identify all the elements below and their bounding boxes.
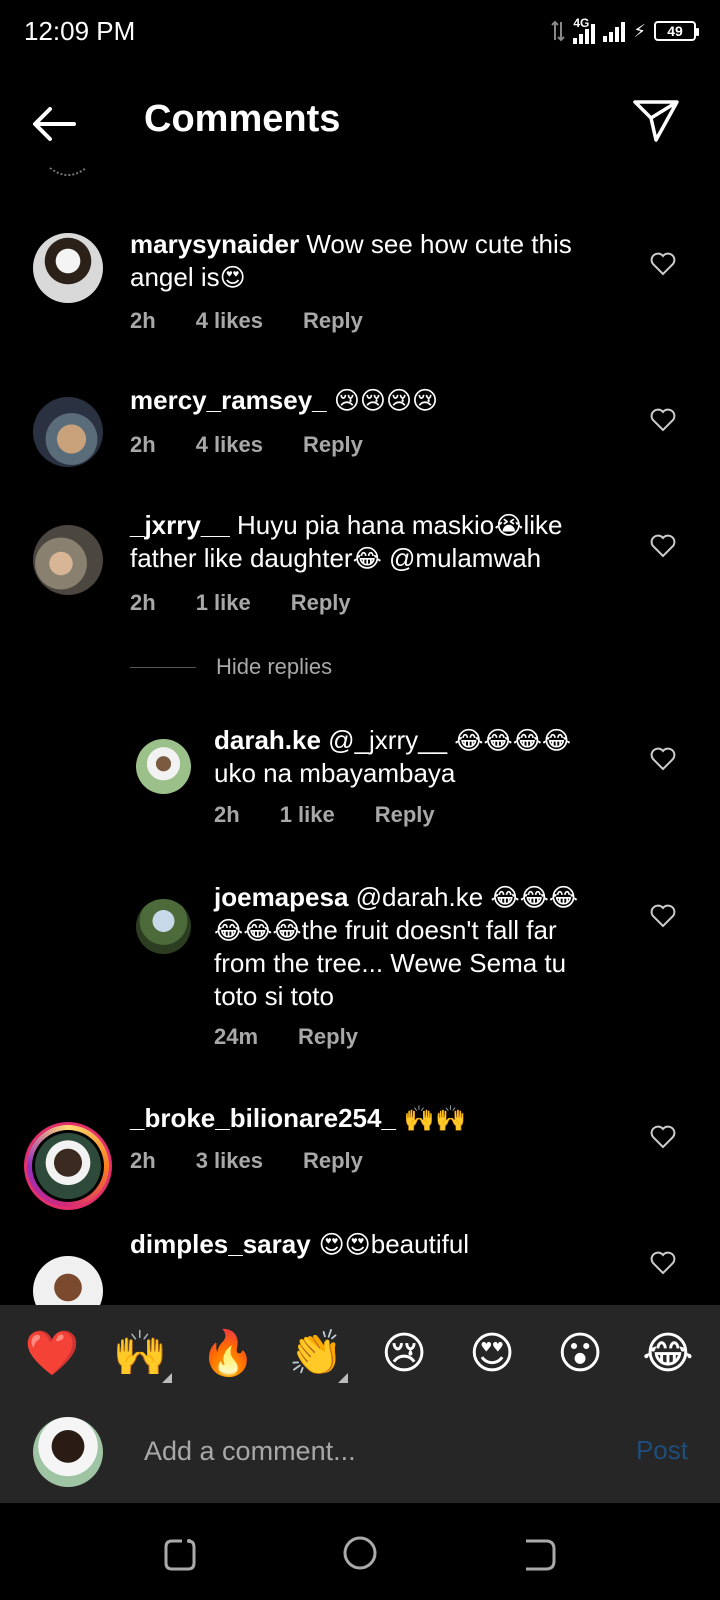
comment-meta: 2h 4 likes Reply xyxy=(130,432,403,458)
avatar[interactable] xyxy=(136,899,191,954)
comment-username[interactable]: _broke_bilionare254_ xyxy=(130,1103,396,1133)
emoji-raising-hands-button[interactable]: 🙌 xyxy=(104,1327,176,1383)
emoji-laughing-button[interactable]: 😂 xyxy=(632,1328,704,1379)
comment-username[interactable]: marysynaider xyxy=(130,229,299,259)
recent-apps-icon[interactable] xyxy=(160,1533,200,1573)
comment-username[interactable]: mercy_ramsey_ xyxy=(130,385,327,415)
comment-likes[interactable]: 4 likes xyxy=(196,432,263,458)
comment-username[interactable]: darah.ke xyxy=(214,725,321,755)
avatar[interactable] xyxy=(33,233,103,303)
comment-time: 2h xyxy=(130,432,156,457)
status-time: 12:09 PM xyxy=(24,16,136,46)
heart-icon[interactable] xyxy=(650,747,676,771)
status-icons: 4G ⚡ 49 xyxy=(551,16,699,44)
comment-time: 2h xyxy=(130,590,156,615)
comment-meta: 2h 1 like Reply xyxy=(130,590,391,616)
back-arrow-icon[interactable] xyxy=(30,104,78,144)
heart-icon[interactable] xyxy=(650,1125,676,1149)
comment-mention[interactable]: @mulamwah xyxy=(382,543,541,573)
heart-icon[interactable] xyxy=(650,534,676,558)
avatar[interactable] xyxy=(33,1256,103,1305)
battery-icon: 49 xyxy=(654,21,699,41)
data-transfer-icon xyxy=(551,20,566,42)
hide-replies-button[interactable]: Hide replies xyxy=(130,654,332,680)
comment-meta: 2h 1 like Reply xyxy=(214,802,475,828)
comment-text: beautiful xyxy=(370,1229,470,1259)
avatar[interactable] xyxy=(136,739,191,794)
reply-button[interactable]: Reply xyxy=(303,308,363,334)
send-icon[interactable] xyxy=(632,96,680,144)
signal-icon xyxy=(603,20,626,42)
comment-text: Huyu pia hana maskio xyxy=(229,510,495,540)
partial-avatar xyxy=(49,167,87,176)
avatar[interactable] xyxy=(33,525,103,595)
skin-tone-indicator-icon xyxy=(338,1373,348,1383)
post-button[interactable]: Post xyxy=(636,1435,688,1466)
heart-icon[interactable] xyxy=(650,904,676,928)
comment-meta: 24m Reply xyxy=(214,1024,398,1050)
comment-meta: 2h 4 likes Reply xyxy=(130,308,403,334)
emoji-crying-button[interactable]: 😢 xyxy=(368,1328,440,1379)
back-icon[interactable] xyxy=(520,1533,560,1573)
reply-button[interactable]: Reply xyxy=(303,1148,363,1174)
comment-text: uko na mbayambaya xyxy=(214,758,456,788)
signal-4g-icon: 4G xyxy=(573,16,596,44)
comment-emoji: 😢😢😢😢 xyxy=(333,386,439,415)
comment-mention[interactable]: @_jxrry__ xyxy=(321,725,454,755)
heart-icon[interactable] xyxy=(650,1251,676,1275)
emoji-fire-button[interactable]: 🔥 xyxy=(192,1327,264,1379)
divider xyxy=(130,666,196,668)
reply-button[interactable]: Reply xyxy=(375,802,435,828)
comment-time: 2h xyxy=(130,308,156,333)
comment-input[interactable] xyxy=(144,1431,584,1471)
comment-input-bar: Post xyxy=(0,1401,720,1503)
emoji-heart-button[interactable]: ❤️ xyxy=(16,1327,88,1379)
comment-time: 2h xyxy=(130,1148,156,1173)
comment-username[interactable]: joemapesa xyxy=(214,882,348,912)
reply-button[interactable]: Reply xyxy=(291,590,351,616)
reply-button[interactable]: Reply xyxy=(298,1024,358,1050)
comment-emoji: 🙌🙌 xyxy=(395,1104,467,1133)
comment-emoji: 😂😂😂😂 xyxy=(454,726,572,755)
emoji-surprised-button[interactable]: 😮 xyxy=(544,1328,616,1379)
avatar[interactable] xyxy=(33,397,103,467)
comment-username[interactable]: _jxrry__ xyxy=(130,510,230,540)
home-icon[interactable] xyxy=(340,1533,380,1573)
skin-tone-indicator-icon xyxy=(162,1373,172,1383)
comment-time: 24m xyxy=(214,1024,259,1049)
heart-icon[interactable] xyxy=(650,408,676,432)
charging-icon: ⚡ xyxy=(633,20,646,41)
comment-mention[interactable]: @darah.ke xyxy=(348,882,490,912)
heart-icon[interactable] xyxy=(650,252,676,276)
battery-level: 49 xyxy=(667,23,683,39)
my-avatar xyxy=(33,1417,103,1487)
comments-list[interactable]: marysynaider Wow see how cute this angel… xyxy=(0,162,720,1305)
comment-emoji: 😍 xyxy=(219,263,246,292)
story-ring-avatar[interactable] xyxy=(24,1122,112,1210)
comment-emoji: 😍😍 xyxy=(310,1230,371,1259)
comment-likes[interactable]: 4 likes xyxy=(196,308,263,334)
comment-username[interactable]: dimples_saray xyxy=(130,1229,311,1259)
comment-emoji: 😂 xyxy=(352,544,382,573)
comment-meta: 2h 3 likes Reply xyxy=(130,1148,403,1174)
comment-time: 2h xyxy=(214,802,240,827)
comment-likes[interactable]: 1 like xyxy=(280,802,335,828)
reply-button[interactable]: Reply xyxy=(303,432,363,458)
system-nav-bar xyxy=(0,1503,720,1600)
emoji-quick-bar: ❤️ 🙌 🔥 👏 😢 😍 😮 😂 xyxy=(0,1305,720,1401)
comment-emoji: 😭 xyxy=(494,511,524,540)
page-title: Comments xyxy=(144,98,341,140)
comment-likes[interactable]: 3 likes xyxy=(196,1148,263,1174)
header: Comments xyxy=(0,84,720,162)
emoji-clap-button[interactable]: 👏 xyxy=(280,1327,352,1383)
hide-replies-label: Hide replies xyxy=(216,654,333,679)
comment-text xyxy=(327,385,334,415)
status-bar: 12:09 PM 4G ⚡ 49 xyxy=(0,0,720,66)
comment-likes[interactable]: 1 like xyxy=(196,590,251,616)
emoji-heart-eyes-button[interactable]: 😍 xyxy=(456,1328,528,1379)
